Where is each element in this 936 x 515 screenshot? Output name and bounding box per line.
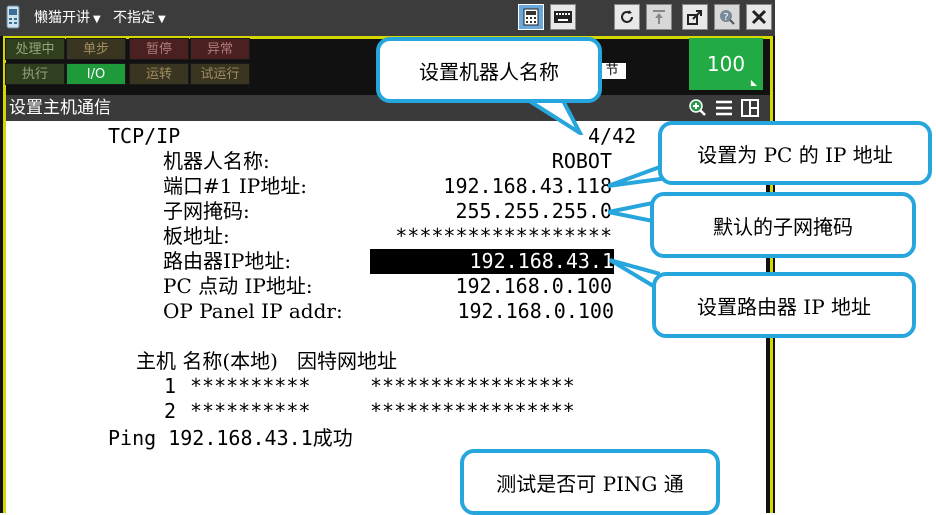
export-button[interactable] — [682, 4, 708, 30]
transfer-button[interactable] — [646, 4, 672, 30]
close-button[interactable] — [746, 4, 772, 30]
status-fault: 异常 — [190, 38, 250, 60]
status-run: 执行 — [5, 63, 65, 85]
board-address-value[interactable]: ****************** — [366, 224, 612, 249]
keyboard-button[interactable] — [550, 4, 576, 30]
protocol-header: TCP/IP — [108, 124, 181, 148]
board-address-label: 板地址: — [163, 224, 230, 248]
host-row-1-index: 1 — [164, 374, 177, 398]
router-ip-value[interactable]: 192.168.43.1 — [370, 249, 614, 274]
menu-icon[interactable] — [714, 98, 734, 118]
ip-address-callout-text: 设置为 PC 的 IP 地址 — [697, 142, 893, 167]
host-table-header: 主机 名称(本地) 因特网地址 — [136, 349, 398, 373]
override-indicator-icon: ◣ — [750, 78, 757, 87]
mode-selector[interactable]: 不指定 ▼ — [113, 9, 166, 29]
ip-address-callout: 设置为 PC 的 IP 地址 — [658, 121, 932, 185]
port1-ip-value[interactable]: 192.168.43.118 — [420, 174, 612, 199]
close-icon — [751, 9, 767, 25]
robot-name-callout-text: 设置机器人名称 — [419, 59, 559, 84]
robot-name-callout: 设置机器人名称 — [376, 37, 602, 103]
status-tcyc: 试运行 — [190, 63, 250, 85]
svg-text:?: ? — [723, 12, 728, 23]
host-row-2-address[interactable]: ***************** — [370, 399, 575, 424]
help-button[interactable]: ? — [714, 4, 740, 30]
host-row-2-name[interactable]: ********** — [190, 399, 310, 424]
host-row-1-name[interactable]: ********** — [190, 374, 310, 399]
program-selector[interactable]: 懒猫开讲 ▼ — [34, 9, 101, 29]
system-top-bar: 懒猫开讲 ▼ 不指定 ▼ ? — [0, 0, 775, 36]
chevron-down-icon: ▼ — [93, 14, 101, 25]
help-icon: ? — [720, 10, 735, 25]
screen-icon — [523, 8, 539, 26]
subnet-callout: 默认的子网掩码 — [650, 192, 916, 258]
refresh-icon — [621, 10, 633, 23]
ping-callout: 测试是否可 PING 通 — [460, 449, 720, 515]
pc-jog-ip-value[interactable]: 192.168.0.100 — [420, 274, 612, 299]
host-row-2-index: 2 — [164, 399, 177, 423]
op-panel-ip-label: OP Panel IP addr: — [163, 299, 343, 323]
subnet-mask-value[interactable]: 255.255.255.0 — [420, 199, 612, 224]
op-panel-ip-value[interactable]: 192.168.0.100 — [420, 299, 614, 324]
router-callout: 设置路由器 IP 地址 — [652, 272, 916, 338]
status-step: 单步 — [66, 38, 126, 60]
status-strip-text: 节 — [598, 63, 626, 79]
pc-jog-ip-label: PC 点动 IP地址: — [163, 274, 313, 298]
status-io: I/O — [66, 63, 126, 85]
zoom-in-icon[interactable] — [688, 98, 708, 118]
screen-title: 设置主机通信 — [9, 98, 111, 118]
router-ip-label: 路由器IP地址: — [163, 249, 292, 273]
subnet-mask-label: 子网掩码: — [163, 199, 250, 223]
transfer-icon — [653, 10, 665, 24]
refresh-button[interactable] — [614, 4, 640, 30]
title-actions — [688, 98, 760, 118]
robot-name-label: 机器人名称: — [163, 149, 270, 173]
status-hold: 暂停 — [129, 38, 189, 60]
robot-name-value[interactable]: ROBOT — [420, 149, 612, 174]
host-row-1-address[interactable]: ***************** — [370, 374, 575, 399]
teach-pendant-icon — [6, 5, 20, 29]
status-busy: 处理中 — [5, 38, 65, 60]
port1-ip-label: 端口#1 IP地址: — [163, 174, 307, 198]
router-callout-text: 设置路由器 IP 地址 — [696, 294, 872, 319]
ping-result-message: Ping 192.168.43.1成功 — [108, 426, 353, 450]
subnet-callout-text: 默认的子网掩码 — [713, 214, 853, 239]
split-window-icon[interactable] — [740, 98, 760, 118]
override-value: 100 — [706, 52, 746, 76]
screen-button[interactable] — [518, 4, 544, 30]
override-speed-button[interactable]: 100 ◣ — [689, 38, 763, 90]
keyboard-icon — [554, 11, 572, 23]
export-icon — [687, 10, 702, 25]
status-prod: 运转 — [129, 63, 189, 85]
mode-label: 不指定 — [113, 10, 155, 26]
chevron-down-icon: ▼ — [158, 14, 166, 25]
ping-callout-text: 测试是否可 PING 通 — [496, 471, 684, 496]
program-label: 懒猫开讲 — [34, 10, 90, 26]
